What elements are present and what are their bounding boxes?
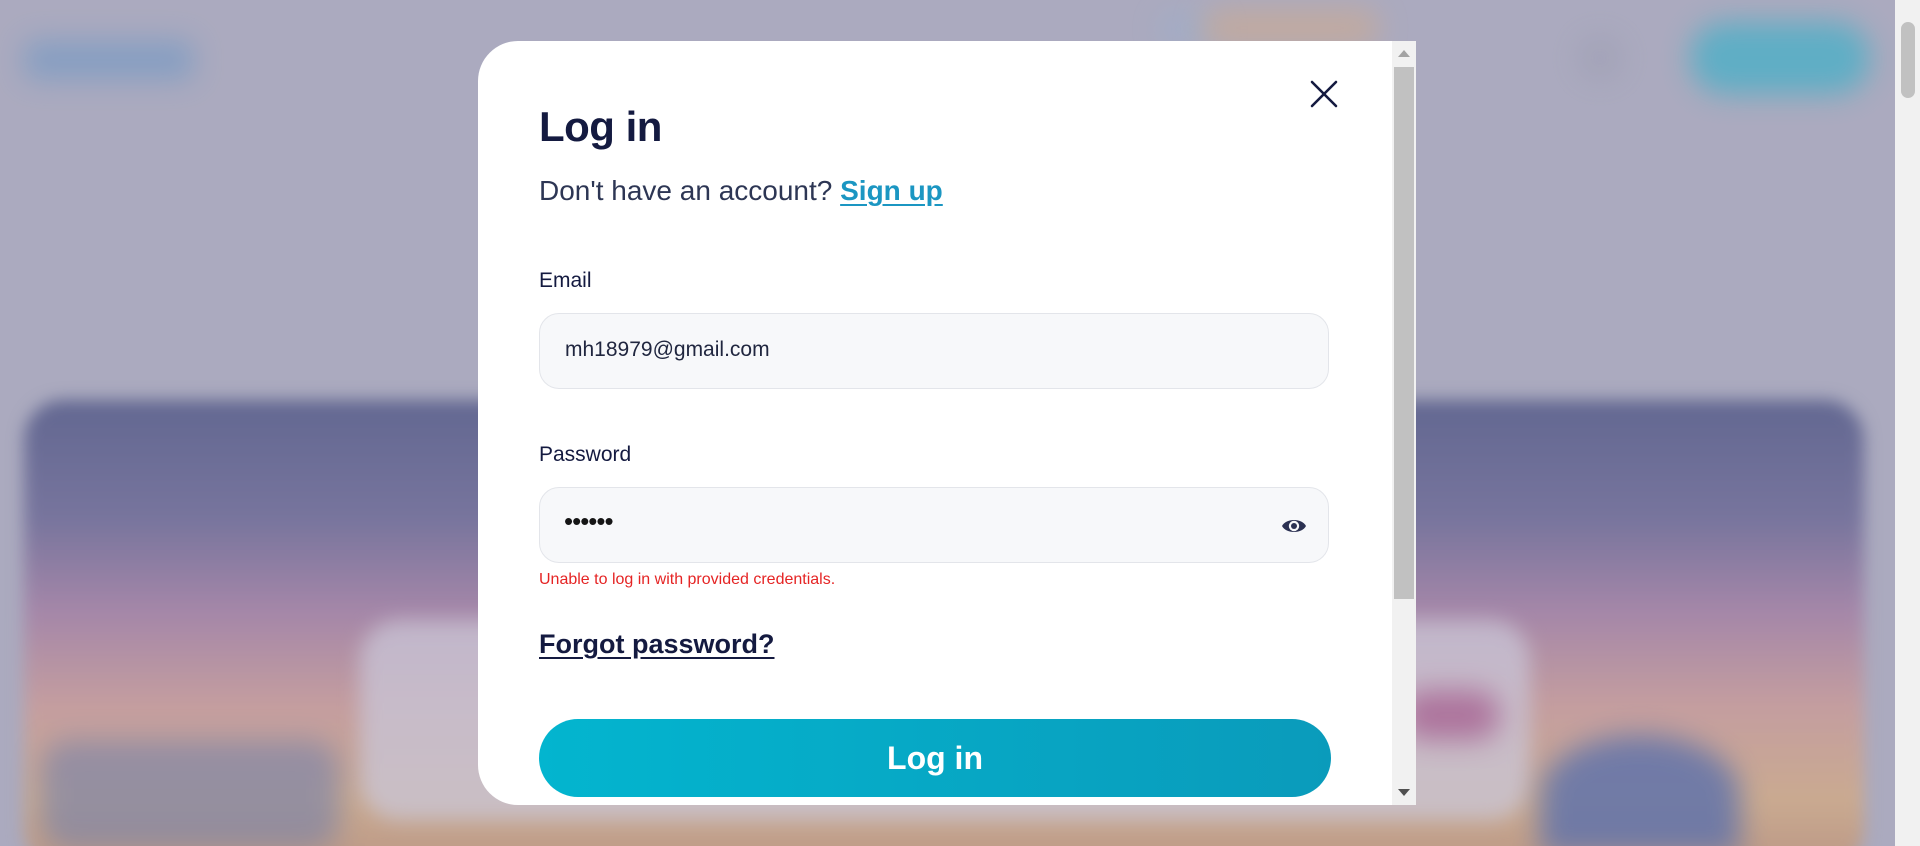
modal-title: Log in xyxy=(539,103,662,150)
password-field[interactable]: •••••• xyxy=(539,487,1329,563)
modal-scrollbar-thumb[interactable] xyxy=(1394,67,1414,599)
email-label: Email xyxy=(539,269,592,292)
close-icon xyxy=(1310,80,1338,108)
login-modal: Log in Don't have an account? Sign up Em… xyxy=(478,41,1416,805)
password-label: Password xyxy=(539,443,632,466)
forgot-password-link[interactable]: Forgot password? xyxy=(539,629,775,660)
eye-icon[interactable] xyxy=(1280,514,1308,538)
close-button[interactable] xyxy=(1306,76,1342,112)
signup-link[interactable]: Sign up xyxy=(840,175,943,206)
email-field[interactable]: mh18979@gmail.com xyxy=(539,313,1329,389)
email-value: mh18979@gmail.com xyxy=(565,338,770,361)
password-value: •••••• xyxy=(564,506,614,536)
error-message: Unable to log in with provided credentia… xyxy=(539,571,836,588)
signup-prompt: Don't have an account? Sign up xyxy=(539,175,943,207)
page-scrollbar-thumb[interactable] xyxy=(1901,22,1915,98)
login-button[interactable]: Log in xyxy=(539,719,1331,797)
modal-scrollbar[interactable] xyxy=(1392,41,1416,805)
signup-prompt-text: Don't have an account? xyxy=(539,175,833,206)
scroll-up-arrow-icon[interactable] xyxy=(1398,50,1410,57)
page-scrollbar[interactable] xyxy=(1895,0,1920,846)
scroll-down-arrow-icon[interactable] xyxy=(1398,789,1410,796)
